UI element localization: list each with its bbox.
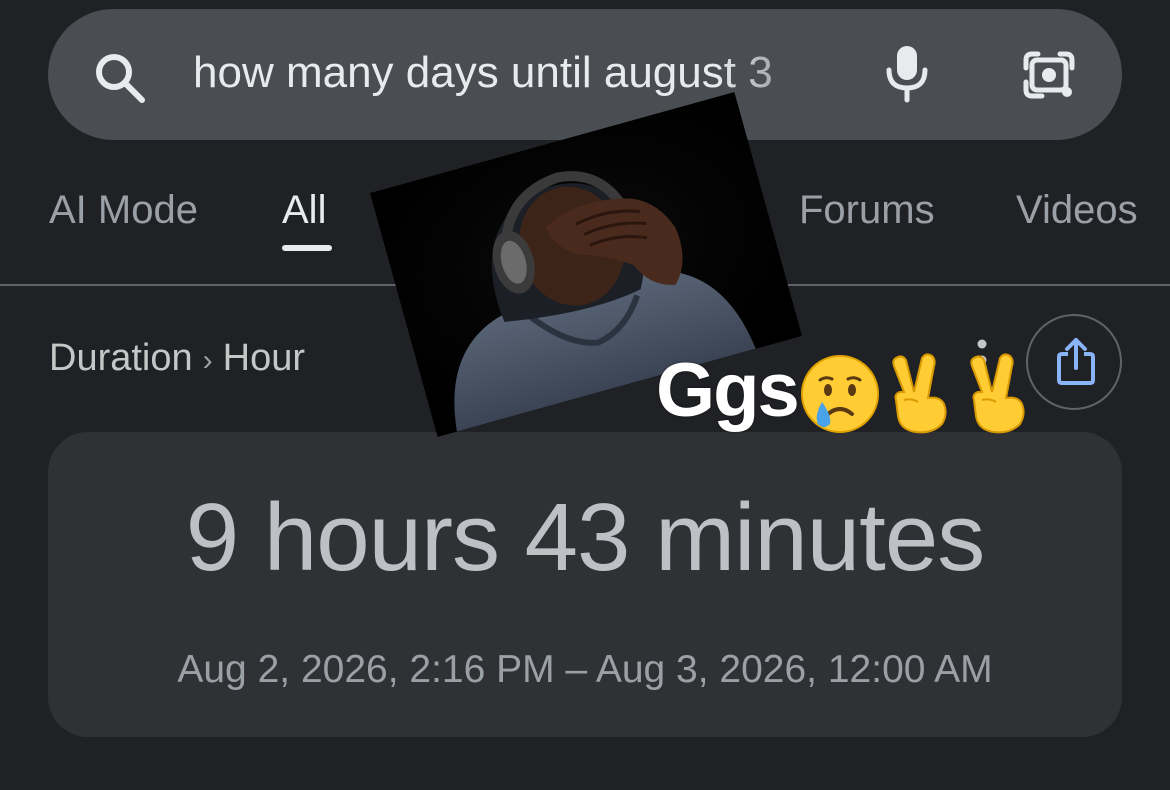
search-icon[interactable] (92, 50, 148, 106)
search-results-page: how many days until august 3 AI Mode All… (0, 0, 1170, 790)
victory-hand-icon (970, 353, 1025, 434)
share-icon (1057, 338, 1095, 385)
search-input[interactable]: how many days until august 3 (193, 42, 833, 104)
tab-ai-mode[interactable]: AI Mode (49, 184, 198, 236)
breadcrumb-unit[interactable]: Hour (223, 337, 305, 379)
share-button[interactable] (1026, 314, 1122, 410)
breadcrumb: Duration › Hour (49, 333, 305, 386)
tab-forums[interactable]: Forums (799, 184, 935, 236)
victory-hand-icon (892, 353, 947, 434)
overlay-caption: Ggs (656, 348, 1038, 438)
caption-text: Ggs (656, 348, 800, 433)
microphone-icon[interactable] (880, 44, 934, 104)
breadcrumb-separator: › (202, 344, 213, 377)
tab-videos[interactable]: Videos (1016, 184, 1138, 236)
tab-active-indicator (282, 245, 332, 251)
breadcrumb-category[interactable]: Duration (49, 337, 193, 379)
duration-value: 9 hours 43 minutes (185, 484, 985, 591)
tab-all[interactable]: All (282, 184, 326, 236)
crying-face-icon (800, 355, 879, 433)
lens-camera-icon[interactable] (1020, 46, 1078, 104)
date-range: Aug 2, 2026, 2:16 PM – Aug 3, 2026, 12:0… (177, 648, 993, 691)
